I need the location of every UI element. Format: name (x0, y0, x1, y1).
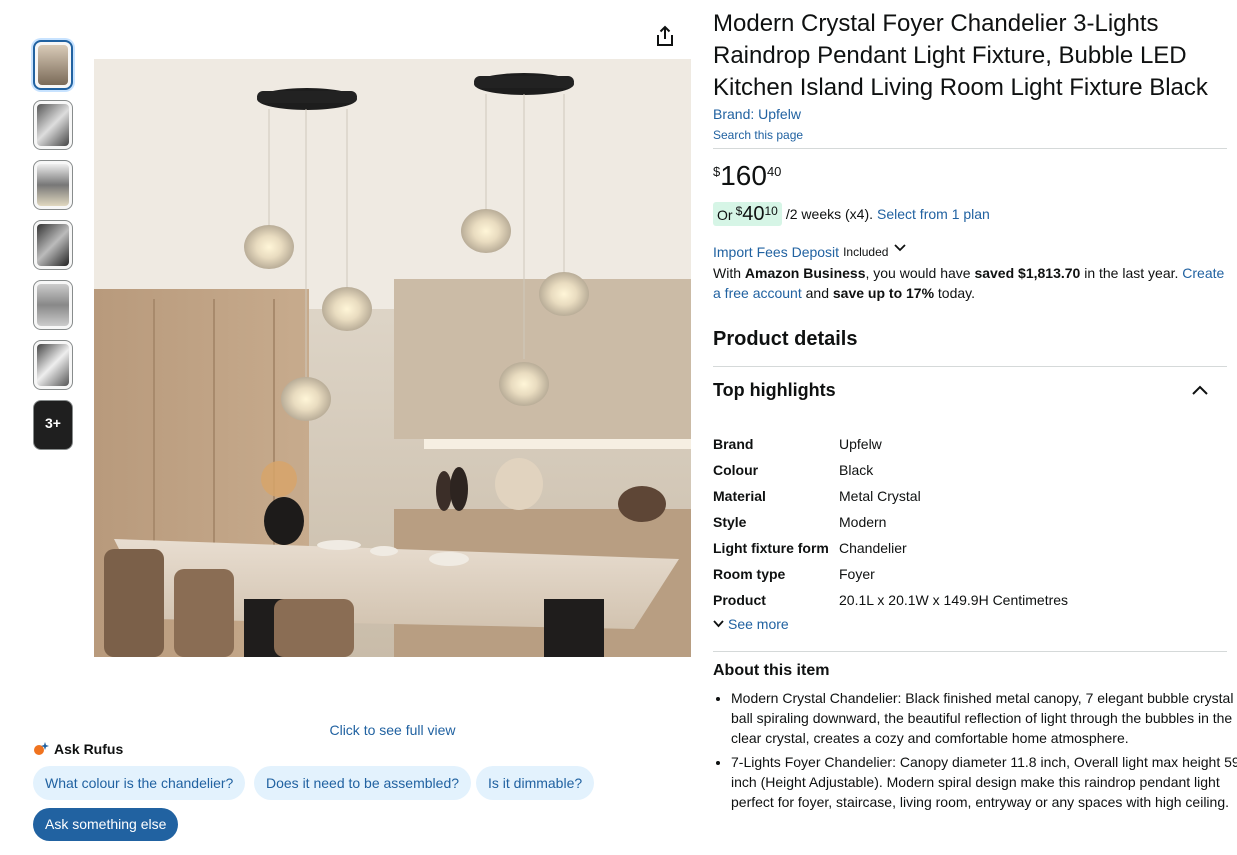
ask-something-else-button[interactable]: Ask something else (33, 808, 179, 841)
spec-key: Product (713, 592, 766, 608)
rufus-chip-dimmable[interactable]: Is it dimmable? (476, 766, 595, 800)
installment-fraction: 10 (764, 204, 778, 218)
thumbnail-5[interactable] (33, 280, 73, 330)
thumbnail-1[interactable] (33, 40, 73, 90)
installment-whole: 40 (742, 203, 765, 225)
more-images-count: 3+ (45, 415, 61, 431)
installment-plan: Or $ 40 10 /2 weeks (x4). Select from 1 … (713, 202, 990, 226)
import-fees: Import Fees Deposit Included (713, 244, 907, 260)
thumbnail-6[interactable] (33, 340, 73, 390)
installment-terms: /2 weeks (x4). (785, 206, 873, 222)
spec-key: Style (713, 514, 747, 530)
about-bullet: 7-Lights Foyer Chandelier: Canopy diamet… (731, 752, 1237, 812)
rufus-title: Ask Rufus (54, 741, 124, 757)
thumbnail-image (37, 344, 69, 386)
thumbnail-more[interactable]: 3+ (33, 400, 73, 450)
rufus-chip-colour[interactable]: What colour is the chandelier? (33, 766, 246, 800)
installment-symbol: $ (735, 204, 743, 218)
spec-key: Colour (713, 462, 759, 478)
amazon-business-promo: With Amazon Business, you would have sav… (713, 263, 1228, 303)
chevron-down-icon[interactable] (894, 239, 907, 255)
thumbnail-image (37, 164, 69, 206)
price-symbol: $ (713, 164, 721, 179)
thumbnail-2[interactable] (33, 100, 73, 150)
chevron-down-icon (713, 620, 724, 628)
top-highlights-heading[interactable]: Top highlights (713, 380, 836, 401)
share-icon[interactable] (654, 25, 676, 47)
main-product-image[interactable] (94, 59, 691, 657)
spec-key: Room type (713, 566, 786, 582)
select-plan-link[interactable]: Select from 1 plan (877, 206, 990, 222)
about-bullets: Modern Crystal Chandelier: Black finishe… (713, 688, 1237, 816)
chevron-up-icon[interactable] (1190, 383, 1210, 397)
thumbnail-image (38, 45, 68, 85)
about-heading: About this item (713, 662, 830, 679)
thumbnail-image (37, 104, 69, 146)
business-name: Amazon Business (744, 265, 866, 281)
installment-or: Or (717, 207, 733, 223)
business-text: , you would have (865, 265, 975, 281)
business-savings: saved $1,813.70 (974, 265, 1081, 281)
spec-key: Light fixture form (713, 540, 829, 556)
thumbnail-image (37, 224, 69, 266)
rufus-header: Ask Rufus (33, 741, 123, 757)
spec-key: Material (713, 488, 766, 504)
see-more-label: See more (728, 616, 789, 632)
spec-value: Black (839, 462, 874, 478)
spec-value: 20.1L x 20.1W x 149.9H Centimetres (839, 592, 1069, 608)
rufus-chip-assembled[interactable]: Does it need to be assembled? (254, 766, 472, 800)
chandelier-room-illustration (94, 59, 691, 657)
import-fees-link[interactable]: Import Fees Deposit (713, 244, 839, 260)
spec-value: Upfelw (839, 436, 882, 452)
import-fees-included: Included (843, 245, 889, 259)
thumbnail-4[interactable] (33, 220, 73, 270)
full-view-link[interactable]: Click to see full view (94, 722, 691, 738)
about-bullet: Modern Crystal Chandelier: Black finishe… (731, 688, 1237, 748)
spec-key: Brand (713, 436, 754, 452)
price-fraction: 40 (766, 164, 782, 179)
price: $ 160 40 (713, 160, 781, 192)
business-discount: save up to 17% (832, 285, 935, 301)
thumbnail-image (37, 284, 69, 326)
installment-badge: Or $ 40 10 (713, 202, 782, 226)
business-text: and (801, 285, 833, 301)
product-details-heading: Product details (713, 328, 858, 350)
price-whole: 160 (720, 160, 767, 191)
see-more-link[interactable]: See more (713, 616, 789, 632)
divider (713, 366, 1227, 367)
product-title: Modern Crystal Foyer Chandelier 3-Lights… (713, 10, 1208, 101)
search-this-page-link[interactable]: Search this page (713, 128, 803, 142)
brand-link[interactable]: Brand: Upfelw (713, 106, 801, 122)
thumbnail-3[interactable] (33, 160, 73, 210)
business-text: today. (934, 285, 976, 301)
spec-value: Metal Crystal (839, 488, 921, 504)
business-text: in the last year. (1080, 265, 1183, 281)
business-text: With (713, 265, 745, 281)
divider (713, 651, 1227, 652)
rufus-icon (34, 742, 49, 755)
spec-value: Foyer (839, 566, 875, 582)
spec-value: Chandelier (839, 540, 907, 556)
spec-value: Modern (839, 514, 887, 530)
divider (713, 148, 1227, 149)
highlights-table: Brand Upfelw Colour Black Material Metal… (713, 430, 1228, 608)
